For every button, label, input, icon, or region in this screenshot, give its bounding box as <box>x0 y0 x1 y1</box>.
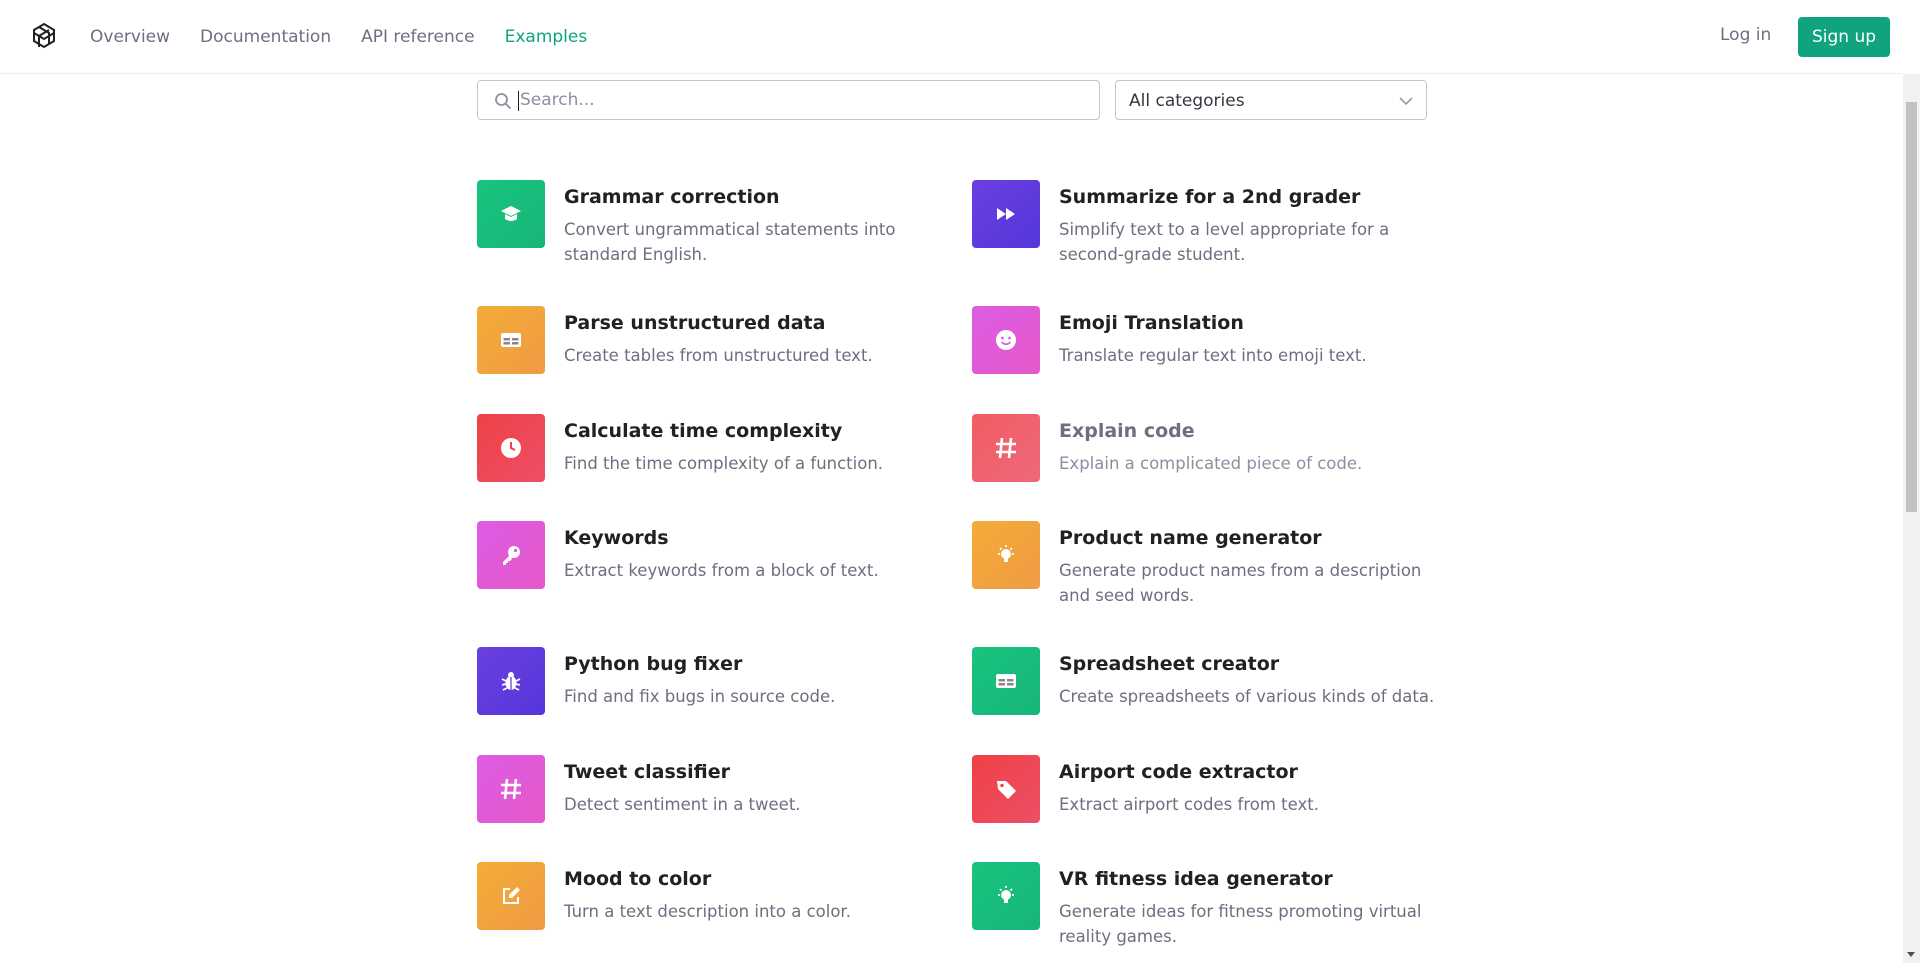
nav-documentation[interactable]: Documentation <box>200 27 331 47</box>
example-title: Mood to color <box>564 868 712 890</box>
example-title: Calculate time complexity <box>564 420 843 442</box>
example-description: Turn a text description into a color. <box>564 902 851 921</box>
search-box[interactable] <box>477 80 1100 120</box>
graduation-cap-tile <box>477 180 545 248</box>
hashtag-icon <box>992 434 1020 462</box>
example-title: Spreadsheet creator <box>1059 653 1280 675</box>
lightbulb-icon <box>993 542 1019 568</box>
search-input[interactable] <box>518 87 1088 113</box>
tag-tile <box>972 755 1040 823</box>
example-title: Summarize for a 2nd grader <box>1059 186 1361 208</box>
nav-overview[interactable]: Overview <box>90 27 170 47</box>
example-description: Simplify text to a level appropriate for… <box>1059 220 1390 264</box>
example-description: Convert ungrammatical statements into st… <box>564 220 896 264</box>
clock-tile <box>477 414 545 482</box>
bug-tile <box>477 647 545 715</box>
example-description: Translate regular text into emoji text. <box>1059 346 1367 365</box>
example-description: Generate product names from a descriptio… <box>1059 561 1422 605</box>
table-icon <box>498 327 524 353</box>
openai-logo-icon[interactable] <box>28 21 60 53</box>
lightbulb-icon <box>993 883 1019 909</box>
signup-button[interactable]: Sign up <box>1798 17 1890 57</box>
example-title: Airport code extractor <box>1059 761 1298 783</box>
example-description: Extract airport codes from text. <box>1059 795 1319 814</box>
nav-examples[interactable]: Examples <box>505 27 588 47</box>
fast-forward-icon <box>993 201 1019 227</box>
example-description: Generate ideas for fitness promoting vir… <box>1059 902 1422 946</box>
example-title: Product name generator <box>1059 527 1322 549</box>
example-description: Find the time complexity of a function. <box>564 454 884 473</box>
bug-icon <box>498 668 524 694</box>
category-select[interactable]: All categories <box>1115 80 1427 120</box>
example-title: Explain code <box>1059 420 1195 442</box>
page-scrollbar[interactable] <box>1903 74 1920 963</box>
hashtag-tile <box>972 414 1040 482</box>
table-icon <box>993 668 1019 694</box>
example-title: Tweet classifier <box>564 761 730 783</box>
example-title: VR fitness idea generator <box>1059 868 1333 890</box>
example-description: Explain a complicated piece of code. <box>1059 454 1363 473</box>
chevron-down-icon <box>1399 97 1413 106</box>
example-title: Parse unstructured data <box>564 312 826 334</box>
example-description: Find and fix bugs in source code. <box>564 687 836 706</box>
example-description: Create spreadsheets of various kinds of … <box>1059 687 1435 706</box>
edit-icon <box>498 883 524 909</box>
edit-tile <box>477 862 545 930</box>
key-tile <box>477 521 545 589</box>
example-description: Detect sentiment in a tweet. <box>564 795 801 814</box>
example-title: Emoji Translation <box>1059 312 1244 334</box>
clock-icon <box>498 435 524 461</box>
nav-api-reference[interactable]: API reference <box>361 27 474 47</box>
example-title: Grammar correction <box>564 186 780 208</box>
smiley-tile <box>972 306 1040 374</box>
hashtag-icon <box>497 775 525 803</box>
hashtag-tile <box>477 755 545 823</box>
lightbulb-tile <box>972 521 1040 589</box>
tag-icon <box>993 776 1019 802</box>
scroll-down-arrow-icon[interactable] <box>1907 952 1915 957</box>
example-description: Extract keywords from a block of text. <box>564 561 879 580</box>
example-description: Create tables from unstructured text. <box>564 346 873 365</box>
table-tile <box>972 647 1040 715</box>
fast-forward-tile <box>972 180 1040 248</box>
key-icon <box>498 542 524 568</box>
graduation-cap-icon <box>498 201 524 227</box>
search-icon <box>495 93 511 109</box>
lightbulb-tile <box>972 862 1040 930</box>
category-select-value: All categories <box>1129 91 1245 111</box>
example-title: Keywords <box>564 527 669 549</box>
main-nav: Overview Documentation API reference Exa… <box>90 0 617 74</box>
top-navbar: Overview Documentation API reference Exa… <box>0 0 1903 74</box>
example-title: Python bug fixer <box>564 653 743 675</box>
scrollbar-thumb[interactable] <box>1906 102 1917 512</box>
table-tile <box>477 306 545 374</box>
smiley-icon <box>993 327 1019 353</box>
login-link[interactable]: Log in <box>1720 25 1771 45</box>
